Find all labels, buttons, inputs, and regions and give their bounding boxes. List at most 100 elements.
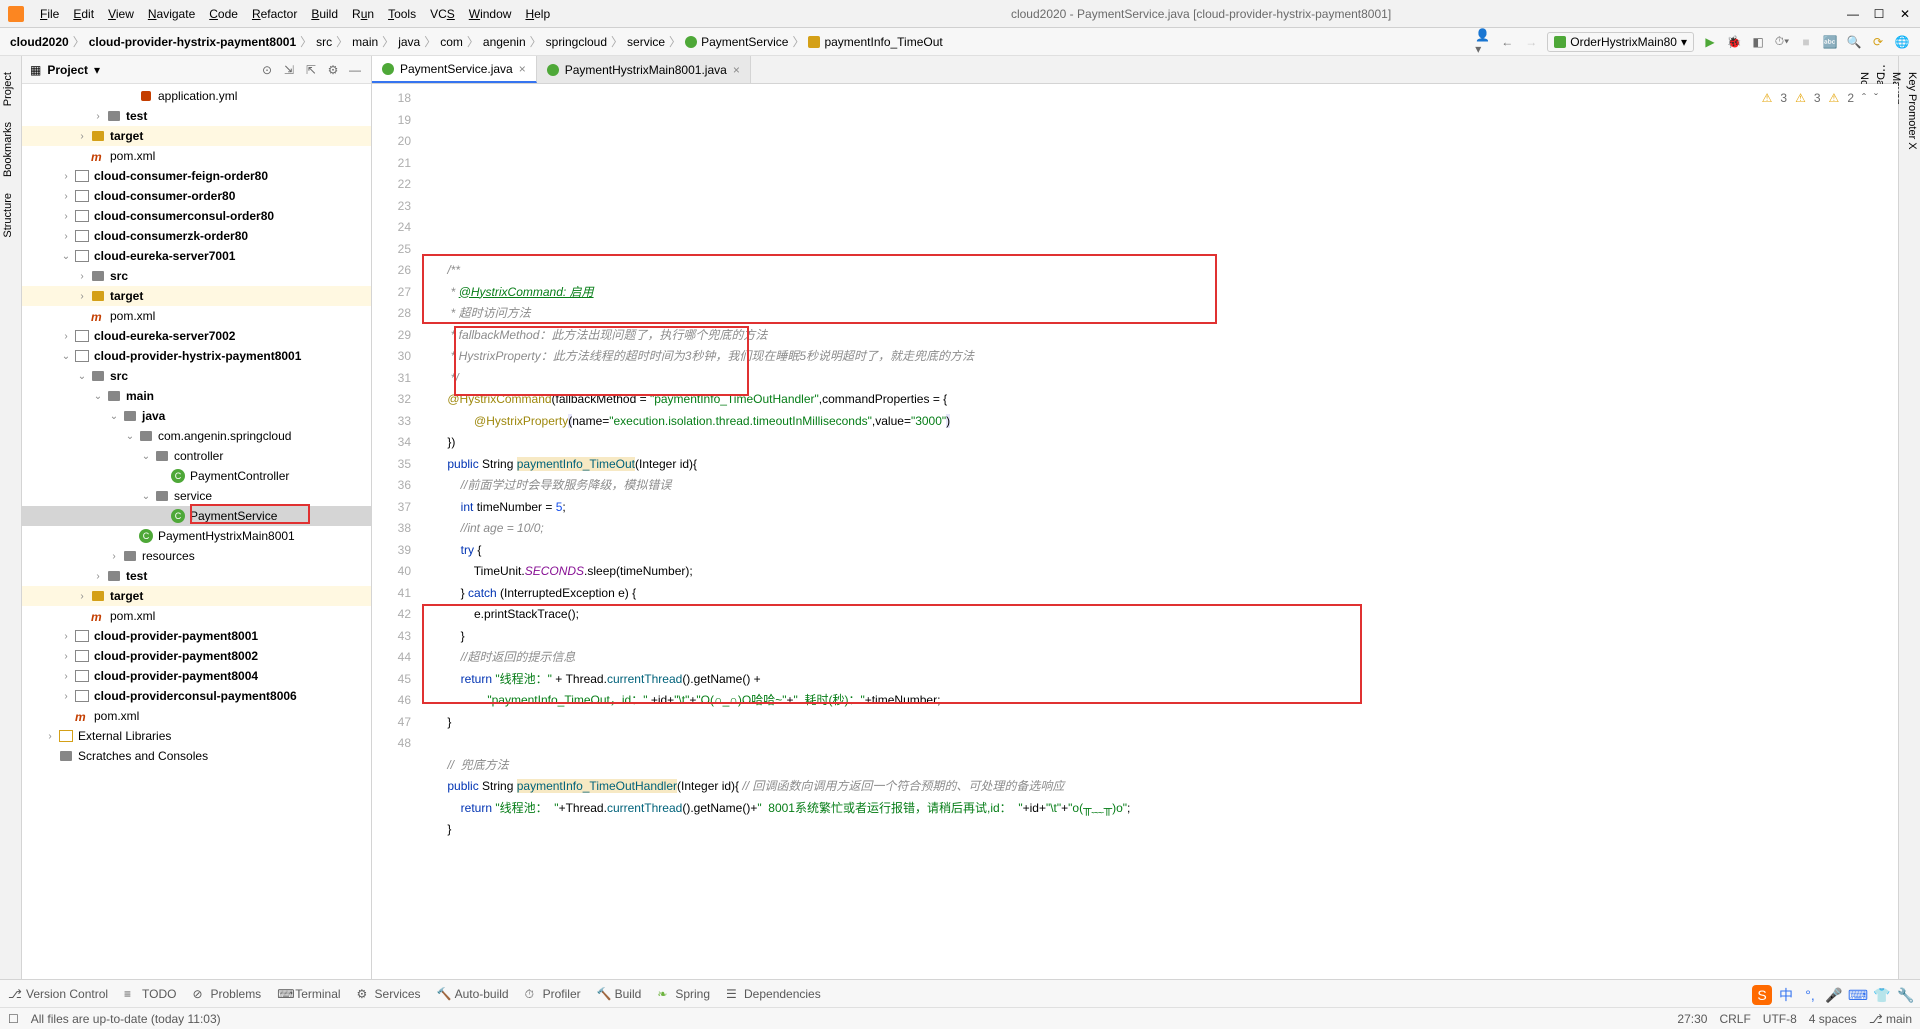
tree-item[interactable]: ›cloud-provider-payment8004 bbox=[22, 666, 371, 686]
run-configuration-selector[interactable]: OrderHystrixMain80 ▾ bbox=[1547, 32, 1694, 52]
coverage-icon[interactable]: ◧ bbox=[1750, 34, 1766, 50]
tree-item[interactable]: ›test bbox=[22, 566, 371, 586]
select-opened-icon[interactable]: ⊙ bbox=[259, 62, 275, 78]
crumb-4[interactable]: java bbox=[398, 35, 420, 49]
forward-icon[interactable]: → bbox=[1523, 34, 1539, 50]
maximize-icon[interactable]: ☐ bbox=[1872, 7, 1886, 21]
tree-item[interactable]: ›cloud-provider-payment8001 bbox=[22, 626, 371, 646]
crumb-9[interactable]: PaymentService bbox=[701, 35, 788, 49]
tab-paymentservice[interactable]: PaymentService.java × bbox=[372, 56, 537, 83]
tree-item[interactable]: pom.xml bbox=[22, 606, 371, 626]
crumb-7[interactable]: springcloud bbox=[546, 35, 607, 49]
ime-mic-icon[interactable]: 🎤 bbox=[1824, 985, 1844, 1005]
ime-skin-icon[interactable]: 👕 bbox=[1872, 985, 1892, 1005]
tree-item[interactable]: ⌄main bbox=[22, 386, 371, 406]
ime-punct-icon[interactable]: °, bbox=[1800, 985, 1820, 1005]
tool-autobuild[interactable]: 🔨Auto-build bbox=[437, 987, 509, 1001]
ime-keyboard-icon[interactable]: ⌨ bbox=[1848, 985, 1868, 1005]
strip-project[interactable]: Project bbox=[0, 64, 21, 114]
tree-item[interactable]: ›test bbox=[22, 106, 371, 126]
tool-terminal[interactable]: ⌨Terminal bbox=[277, 987, 340, 1001]
search-icon[interactable]: 🔍 bbox=[1846, 34, 1862, 50]
tree-item[interactable]: ⌄src bbox=[22, 366, 371, 386]
user-icon[interactable]: 👤▾ bbox=[1475, 34, 1491, 50]
chevron-up-icon[interactable]: ˆ bbox=[1862, 88, 1866, 110]
tree-item[interactable]: ›src bbox=[22, 266, 371, 286]
menu-help[interactable]: Help bbox=[519, 5, 556, 23]
line-separator[interactable]: CRLF bbox=[1719, 1012, 1750, 1026]
menu-run[interactable]: Run bbox=[346, 5, 380, 23]
menu-vcs[interactable]: VCS bbox=[424, 5, 461, 23]
settings-icon[interactable]: 🌐 bbox=[1894, 34, 1910, 50]
translate-icon[interactable]: 🔤 bbox=[1822, 34, 1838, 50]
tool-spring[interactable]: ❧Spring bbox=[657, 987, 710, 1001]
chevron-down-icon[interactable]: ˇ bbox=[1874, 88, 1878, 110]
back-icon[interactable]: ← bbox=[1499, 34, 1515, 50]
tree-item[interactable]: ⌄service bbox=[22, 486, 371, 506]
tree-item[interactable]: ⌄cloud-provider-hystrix-payment8001 bbox=[22, 346, 371, 366]
code-area[interactable]: ⚠3 ⚠3 ⚠2 ˆ ˇ /** * @HystrixCommand: 启用 *… bbox=[422, 84, 1898, 979]
close-tab-icon[interactable]: × bbox=[519, 62, 526, 76]
tree-item[interactable]: ⌄java bbox=[22, 406, 371, 426]
tool-todo[interactable]: ≡TODO bbox=[124, 987, 176, 1001]
chevron-down-icon[interactable]: ▾ bbox=[94, 63, 100, 77]
crumb-1[interactable]: cloud-provider-hystrix-payment8001 bbox=[89, 35, 296, 49]
tree-item[interactable]: Scratches and Consoles bbox=[22, 746, 371, 766]
menu-refactor[interactable]: Refactor bbox=[246, 5, 303, 23]
ime-tool-icon[interactable]: 🔧 bbox=[1896, 985, 1916, 1005]
tree-item[interactable]: pom.xml bbox=[22, 306, 371, 326]
tree-item[interactable]: ›target bbox=[22, 286, 371, 306]
tree-item[interactable]: PaymentHystrixMain8001 bbox=[22, 526, 371, 546]
ime-cn-icon[interactable]: 中 bbox=[1776, 985, 1796, 1005]
update-icon[interactable]: ⟳ bbox=[1870, 34, 1886, 50]
editor[interactable]: 1819202122232425262728293031323334353637… bbox=[372, 84, 1898, 979]
tool-profiler[interactable]: ⏱Profiler bbox=[525, 987, 581, 1001]
tree-item[interactable]: pom.xml bbox=[22, 706, 371, 726]
menu-navigate[interactable]: Navigate bbox=[142, 5, 201, 23]
crumb-0[interactable]: cloud2020 bbox=[10, 35, 69, 49]
tree-item[interactable]: ›cloud-eureka-server7002 bbox=[22, 326, 371, 346]
tree-item[interactable]: ›cloud-consumer-order80 bbox=[22, 186, 371, 206]
gear-icon[interactable]: ⚙ bbox=[325, 62, 341, 78]
tree-item[interactable]: ›cloud-consumer-feign-order80 bbox=[22, 166, 371, 186]
tree-item[interactable]: ›cloud-providerconsul-payment8006 bbox=[22, 686, 371, 706]
crumb-8[interactable]: service bbox=[627, 35, 665, 49]
strip-bookmarks[interactable]: Bookmarks bbox=[0, 114, 21, 185]
tool-problems[interactable]: ⊘Problems bbox=[193, 987, 262, 1001]
git-branch[interactable]: ⎇ main bbox=[1869, 1012, 1912, 1026]
ime-icon[interactable]: S bbox=[1752, 985, 1772, 1005]
minimize-icon[interactable]: — bbox=[1846, 7, 1860, 21]
expand-icon[interactable]: ⇲ bbox=[281, 62, 297, 78]
menu-build[interactable]: Build bbox=[305, 5, 344, 23]
status-icon[interactable]: ☐ bbox=[8, 1012, 19, 1026]
tree-item[interactable]: ›resources bbox=[22, 546, 371, 566]
tree-item[interactable]: ›External Libraries bbox=[22, 726, 371, 746]
tree-item[interactable]: ›cloud-consumerzk-order80 bbox=[22, 226, 371, 246]
strip-keypromoter[interactable]: Key Promoter X bbox=[1904, 64, 1920, 979]
strip-structure[interactable]: Structure bbox=[0, 185, 21, 246]
tree-item[interactable]: pom.xml bbox=[22, 146, 371, 166]
tree-item[interactable]: ›target bbox=[22, 586, 371, 606]
indent-info[interactable]: 4 spaces bbox=[1809, 1012, 1857, 1026]
tool-build[interactable]: 🔨Build bbox=[597, 987, 642, 1001]
tree-item[interactable]: PaymentController bbox=[22, 466, 371, 486]
debug-icon[interactable]: 🐞 bbox=[1726, 34, 1742, 50]
menu-file[interactable]: File bbox=[34, 5, 65, 23]
tree-item[interactable]: ⌄controller bbox=[22, 446, 371, 466]
hide-icon[interactable]: — bbox=[347, 62, 363, 78]
project-tree[interactable]: application.yml›test›targetpom.xml›cloud… bbox=[22, 84, 371, 979]
tree-item[interactable]: ⌄cloud-eureka-server7001 bbox=[22, 246, 371, 266]
menu-view[interactable]: View bbox=[102, 5, 140, 23]
crumb-2[interactable]: src bbox=[316, 35, 332, 49]
collapse-icon[interactable]: ⇱ bbox=[303, 62, 319, 78]
menu-tools[interactable]: Tools bbox=[382, 5, 422, 23]
tool-version-control[interactable]: ⎇Version Control bbox=[8, 987, 108, 1001]
tree-item[interactable]: application.yml bbox=[22, 86, 371, 106]
tool-services[interactable]: ⚙Services bbox=[357, 987, 421, 1001]
tree-item[interactable]: ›target bbox=[22, 126, 371, 146]
tool-dependencies[interactable]: ☰Dependencies bbox=[726, 987, 821, 1001]
tree-item[interactable]: ›cloud-consumerconsul-order80 bbox=[22, 206, 371, 226]
caret-position[interactable]: 27:30 bbox=[1677, 1012, 1707, 1026]
inspection-widget[interactable]: ⚠3 ⚠3 ⚠2 ˆ ˇ bbox=[1762, 88, 1878, 110]
stop-icon[interactable]: ■ bbox=[1798, 34, 1814, 50]
